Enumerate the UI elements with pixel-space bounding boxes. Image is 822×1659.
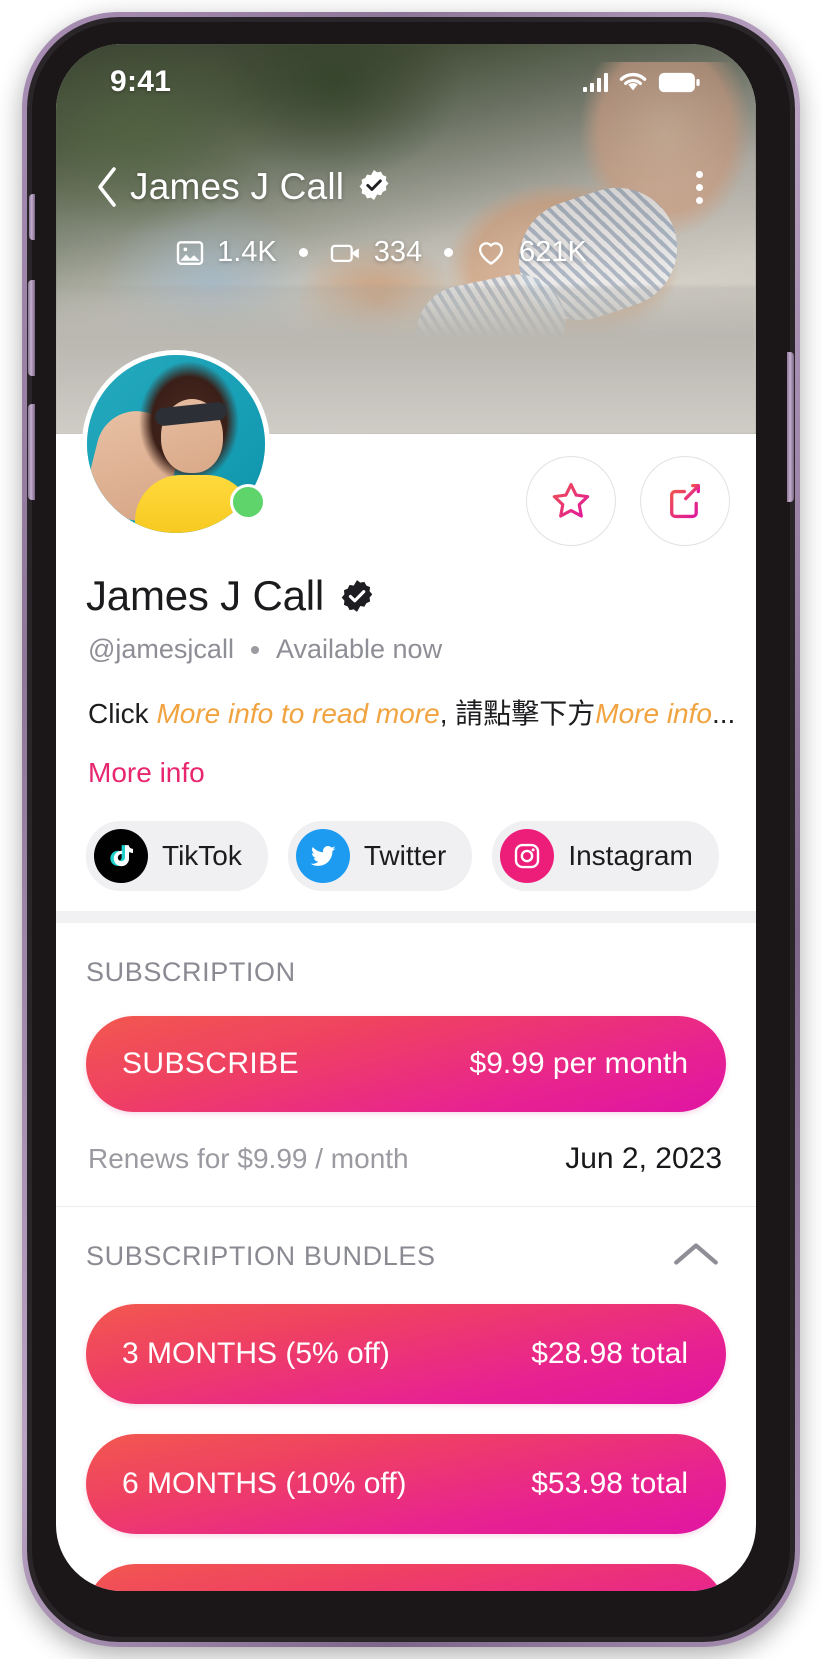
profile-handle: @jamesjcall — [88, 634, 234, 664]
volume-up-button[interactable] — [28, 280, 35, 376]
profile-navbar: James J Call — [56, 164, 756, 210]
subscribe-button-label: SUBSCRIBE — [122, 1046, 299, 1080]
phone-screen: 9:41 James J Call 1.4K 334 621K James J … — [56, 44, 756, 1591]
social-links: TikTok Twitter Instagram — [56, 789, 756, 891]
bundles-header[interactable]: SUBSCRIPTION BUNDLES — [56, 1207, 756, 1274]
stat-likes-value: 621K — [519, 236, 587, 268]
bio-highlight-1: More info to read more — [156, 698, 440, 729]
verified-badge-icon — [357, 168, 391, 207]
kebab-menu-icon[interactable] — [682, 164, 716, 210]
stat-photos: 1.4K — [175, 236, 277, 269]
bundle-option-3-months[interactable]: 3 MONTHS (5% off) $28.98 total — [86, 1304, 726, 1405]
stat-separator — [298, 248, 308, 257]
phone-frame-mid: 9:41 James J Call 1.4K 334 621K James J … — [27, 17, 795, 1642]
stat-likes: 621K — [475, 236, 587, 269]
share-button[interactable] — [640, 456, 730, 546]
mute-switch-button[interactable] — [29, 194, 35, 240]
bundle-option-6-months[interactable]: 6 MONTHS (10% off) $53.98 total — [86, 1434, 726, 1535]
profile-stats: 1.4K 334 621K — [56, 236, 756, 269]
heart-icon — [479, 241, 504, 265]
profile-action-buttons — [526, 456, 730, 546]
phone-frame: 9:41 James J Call 1.4K 334 621K James J … — [22, 12, 800, 1647]
bundle-price: $28.98 total — [531, 1337, 688, 1371]
verified-badge-icon — [339, 578, 375, 614]
screenshot-root: 9:41 James J Call 1.4K 334 621K James J … — [0, 0, 822, 1659]
volume-down-button[interactable] — [28, 404, 35, 500]
social-link-instagram[interactable]: Instagram — [492, 820, 719, 891]
status-bar-time: 9:41 — [110, 65, 172, 98]
handle-separator — [250, 645, 259, 654]
bio-text-1: Click — [88, 698, 157, 729]
bundle-label: 3 MONTHS (5% off) — [122, 1337, 390, 1371]
photo-icon — [176, 240, 204, 265]
bundle-label: 6 MONTHS (10% off) — [122, 1467, 407, 1501]
bundle-option-12-months[interactable]: 12 MONTHS (50% off) $53.98 total — [86, 1564, 726, 1591]
subscription-bundles-section: SUBSCRIPTION BUNDLES 3 MONTHS (5% off) $… — [56, 1207, 756, 1591]
navbar-title: James J Call — [130, 166, 345, 207]
power-button[interactable] — [787, 352, 794, 502]
subscribe-button-price: $9.99 per month — [469, 1046, 688, 1080]
subscribe-button[interactable]: SUBSCRIBE $9.99 per month — [86, 1015, 726, 1112]
signal-bars-icon — [582, 72, 608, 92]
status-bar-indicators — [582, 71, 701, 93]
social-link-label: Twitter — [363, 839, 447, 871]
profile-handle-row: @jamesjcall Available now — [56, 620, 756, 665]
renewal-row: Renews for $9.99 / month Jun 2, 2023 — [56, 1112, 756, 1206]
renewal-text: Renews for $9.99 / month — [88, 1142, 409, 1174]
section-divider — [56, 910, 756, 923]
bundle-price: $53.98 total — [531, 1467, 688, 1501]
phone-body: 9:41 James J Call 1.4K 334 621K James J … — [28, 22, 794, 1637]
video-camera-icon — [330, 244, 359, 262]
chevron-up-icon[interactable] — [672, 1239, 720, 1274]
star-icon — [552, 482, 590, 518]
stat-separator — [444, 248, 454, 257]
bundles-section-title: SUBSCRIPTION BUNDLES — [86, 1241, 436, 1272]
page-title: James J Call — [86, 572, 324, 619]
bio-highlight-2: More info — [595, 698, 712, 729]
profile-availability: Available now — [275, 634, 443, 664]
social-link-label: TikTok — [162, 839, 242, 871]
profile-bio: Click More info to read more, 請點擊下方More … — [56, 665, 756, 733]
social-link-tiktok[interactable]: TikTok — [86, 820, 268, 891]
favorite-button[interactable] — [526, 456, 616, 546]
profile-section: James J Call @jamesjcall Available now C… — [56, 350, 756, 911]
stat-videos: 334 — [330, 236, 422, 269]
bio-ellipsis: ... — [711, 698, 736, 729]
social-link-twitter[interactable]: Twitter — [287, 820, 473, 891]
instagram-icon — [500, 828, 555, 883]
renewal-date: Jun 2, 2023 — [565, 1141, 722, 1175]
social-link-label: Instagram — [568, 839, 693, 871]
status-bar: 9:41 — [56, 44, 756, 120]
wifi-icon — [619, 72, 647, 91]
stat-videos-value: 334 — [373, 236, 423, 268]
more-info-link[interactable]: More info — [56, 733, 756, 789]
share-icon — [670, 483, 700, 519]
twitter-icon — [295, 828, 350, 883]
stat-photos-value: 1.4K — [217, 236, 277, 268]
subscription-section: SUBSCRIPTION SUBSCRIBE $9.99 per month R… — [56, 923, 756, 1206]
tiktok-icon — [94, 828, 148, 883]
online-dot-icon — [230, 484, 266, 520]
chevron-left-icon — [98, 167, 116, 207]
battery-full-icon — [658, 72, 700, 92]
subscription-section-title: SUBSCRIPTION — [86, 956, 296, 987]
bio-text-2: , 請點擊下方 — [439, 698, 596, 729]
back-button[interactable] — [84, 164, 130, 210]
avatar-container[interactable] — [82, 350, 270, 538]
